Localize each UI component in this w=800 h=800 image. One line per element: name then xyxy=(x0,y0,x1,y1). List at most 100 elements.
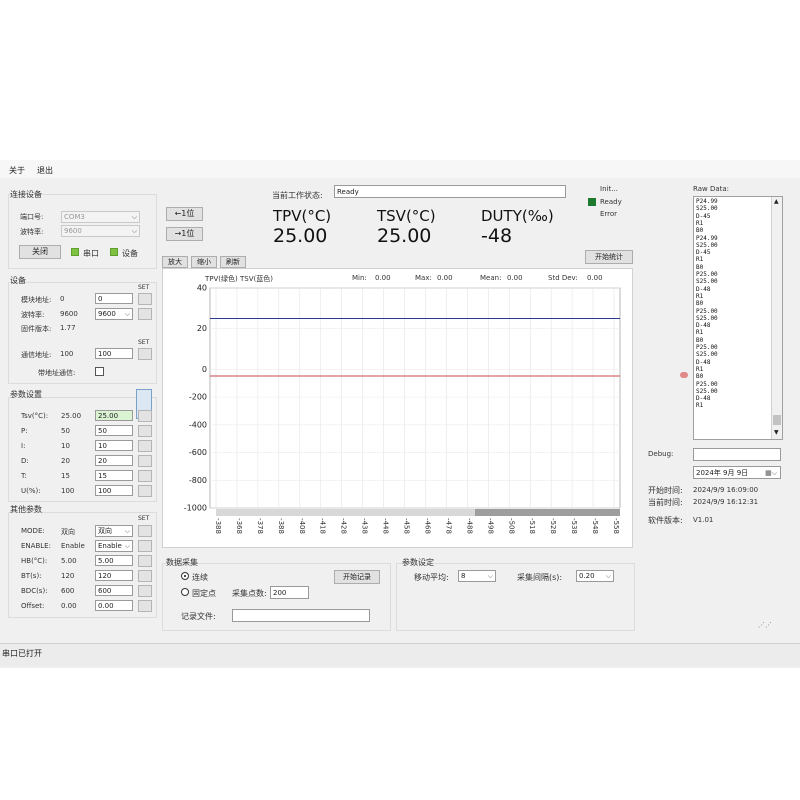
x-tick-label: -558 xyxy=(612,518,620,534)
param-row-input-value: 25.00 xyxy=(98,412,119,420)
param-row-set-button[interactable] xyxy=(138,455,152,467)
moving-avg-label: 移动平均: xyxy=(414,573,449,582)
firmware-value: 1.77 xyxy=(60,324,76,332)
other-row-set-button[interactable] xyxy=(138,600,152,612)
other-row-select[interactable]: Enable ⌵ xyxy=(95,540,133,552)
param-row-input[interactable]: 15 xyxy=(95,470,133,481)
addr-comm-label: 带地址通信: xyxy=(38,369,76,377)
other-row-input[interactable]: 5.00 xyxy=(95,555,133,566)
shift-left-button[interactable]: ←1位 xyxy=(166,207,203,221)
shift-right-button[interactable]: →1位 xyxy=(166,227,203,241)
moving-avg-select[interactable]: 8 ⌵ xyxy=(458,570,496,582)
addr-comm-checkbox[interactable] xyxy=(95,367,104,376)
raw-scrollbar[interactable]: ▲ ▼ xyxy=(771,197,782,439)
raw-line: P24.99 xyxy=(696,234,718,242)
port-label: 端口号: xyxy=(20,213,44,221)
raw-line: R1 xyxy=(696,402,704,410)
record-button[interactable]: 开始记录 xyxy=(334,570,380,584)
other-row-value: 120 xyxy=(61,572,75,580)
y-tick-label: -400 xyxy=(189,420,207,429)
calendar-icon[interactable]: ▦⌵ xyxy=(765,467,777,478)
param-row-input[interactable]: 50 xyxy=(95,425,133,436)
file-input[interactable] xyxy=(232,609,370,622)
raw-line: R1 xyxy=(696,292,704,300)
device-baud-select[interactable]: 9600 ⌵ xyxy=(95,308,133,320)
zoom-out-button[interactable]: 缩小 xyxy=(191,256,217,268)
other-row-input[interactable]: 600 xyxy=(95,585,133,596)
other-row-set-button[interactable] xyxy=(138,540,152,552)
param-row-set-button[interactable] xyxy=(138,485,152,497)
other-row-set-button[interactable] xyxy=(138,525,152,537)
close-button[interactable]: 关闭 xyxy=(19,245,61,259)
port-select[interactable]: COM3 ⌵ xyxy=(61,211,140,223)
other-row-value: 5.00 xyxy=(61,557,77,565)
temperature-chart: -388 -368 -378 -388 -408 -418 -428 -438 -448 -458… xyxy=(184,284,621,534)
param-row-input[interactable]: 10 xyxy=(95,440,133,451)
raw-title: Raw Data: xyxy=(693,185,730,193)
date-picker[interactable]: 2024年 9月 9日 ▦⌵ xyxy=(693,466,781,479)
other-row-set-button[interactable] xyxy=(138,570,152,582)
comm-addr-set-button[interactable] xyxy=(138,348,152,360)
menu-exit[interactable]: 退出 xyxy=(37,165,53,176)
y-tick-label: 0 xyxy=(202,365,207,374)
param-row-input-value: 100 xyxy=(98,487,112,495)
raw-line: B0 xyxy=(696,336,704,344)
module-addr-set-button[interactable] xyxy=(138,293,152,305)
scroll-up-icon[interactable]: ▲ xyxy=(774,198,779,205)
raw-line: B0 xyxy=(696,300,704,308)
param-row-input[interactable]: 20 xyxy=(95,455,133,466)
comm-addr-input[interactable]: 100 xyxy=(95,348,133,359)
device-baud-set-button[interactable] xyxy=(138,308,152,320)
param-row-set-button[interactable] xyxy=(138,425,152,437)
other-row-value: Enable xyxy=(61,542,85,550)
other-row-select[interactable]: 双向 ⌵ xyxy=(95,525,133,537)
interval-select[interactable]: 0.20 ⌵ xyxy=(576,570,614,582)
param-row-value: 20 xyxy=(61,457,70,465)
param-row-set-button[interactable] xyxy=(138,440,152,452)
chevron-down-icon: ⌵ xyxy=(131,213,137,221)
refresh-button[interactable]: 刷新 xyxy=(220,256,246,268)
comm-addr-value: 100 xyxy=(60,350,74,358)
device-indicator-label: 设备 xyxy=(122,249,138,258)
chart-hscroll-thumb[interactable] xyxy=(475,509,620,516)
debug-input[interactable] xyxy=(693,448,781,461)
other-row-set-button[interactable] xyxy=(138,555,152,567)
x-tick-label: -418 xyxy=(319,518,327,534)
continuous-radio[interactable] xyxy=(181,572,189,580)
param-row-label: D: xyxy=(21,457,29,465)
x-tick-label: -448 xyxy=(382,518,390,534)
ready-indicator-light xyxy=(588,198,596,206)
module-addr-input[interactable]: 0 xyxy=(95,293,133,304)
y-tick-label: -600 xyxy=(189,448,207,457)
other-row-input[interactable]: 0.00 xyxy=(95,600,133,611)
x-tick-label: -378 xyxy=(256,518,264,534)
fixed-radio[interactable] xyxy=(181,588,189,596)
interval-label: 采集间隔(s): xyxy=(517,573,563,582)
resize-grip-icon[interactable]: ⋰⋰ xyxy=(758,621,772,629)
start-stats-button[interactable]: 开始统计 xyxy=(585,250,633,264)
other-row-input[interactable]: 120 xyxy=(95,570,133,581)
scroll-down-icon[interactable]: ▼ xyxy=(774,429,779,436)
x-tick-label: -458 xyxy=(403,518,411,534)
current-time-label: 当前时间: xyxy=(648,498,683,507)
param-row-set-button[interactable] xyxy=(138,470,152,482)
baud-select[interactable]: 9600 ⌵ xyxy=(61,225,140,237)
raw-line: B0 xyxy=(696,227,704,235)
x-tick-label: -548 xyxy=(591,518,599,534)
param-row-input[interactable]: 25.00 xyxy=(95,410,133,421)
set-header-2: SET xyxy=(138,339,150,346)
param-row-input[interactable]: 100 xyxy=(95,485,133,496)
raw-data-list[interactable]: P24.99 S25.00 D-45 R1 B0 P24.99 S25.00 D-45 R1 B0… xyxy=(693,196,783,440)
raw-scroll-thumb[interactable] xyxy=(773,415,781,425)
zoom-in-button[interactable]: 放大 xyxy=(162,256,188,268)
menu-about[interactable]: 关于 xyxy=(9,165,25,176)
version-value: V1.01 xyxy=(693,516,714,524)
param-row-input-value: 20 xyxy=(98,457,107,465)
points-input[interactable]: 200 xyxy=(270,586,309,599)
param-row-set-button[interactable] xyxy=(138,410,152,422)
raw-line: S25.00 xyxy=(696,241,718,249)
other-row-set-button[interactable] xyxy=(138,585,152,597)
version-label: 软件版本: xyxy=(648,516,683,525)
splitter-handle[interactable] xyxy=(680,372,688,378)
chevron-down-icon: ⌵ xyxy=(605,572,611,580)
